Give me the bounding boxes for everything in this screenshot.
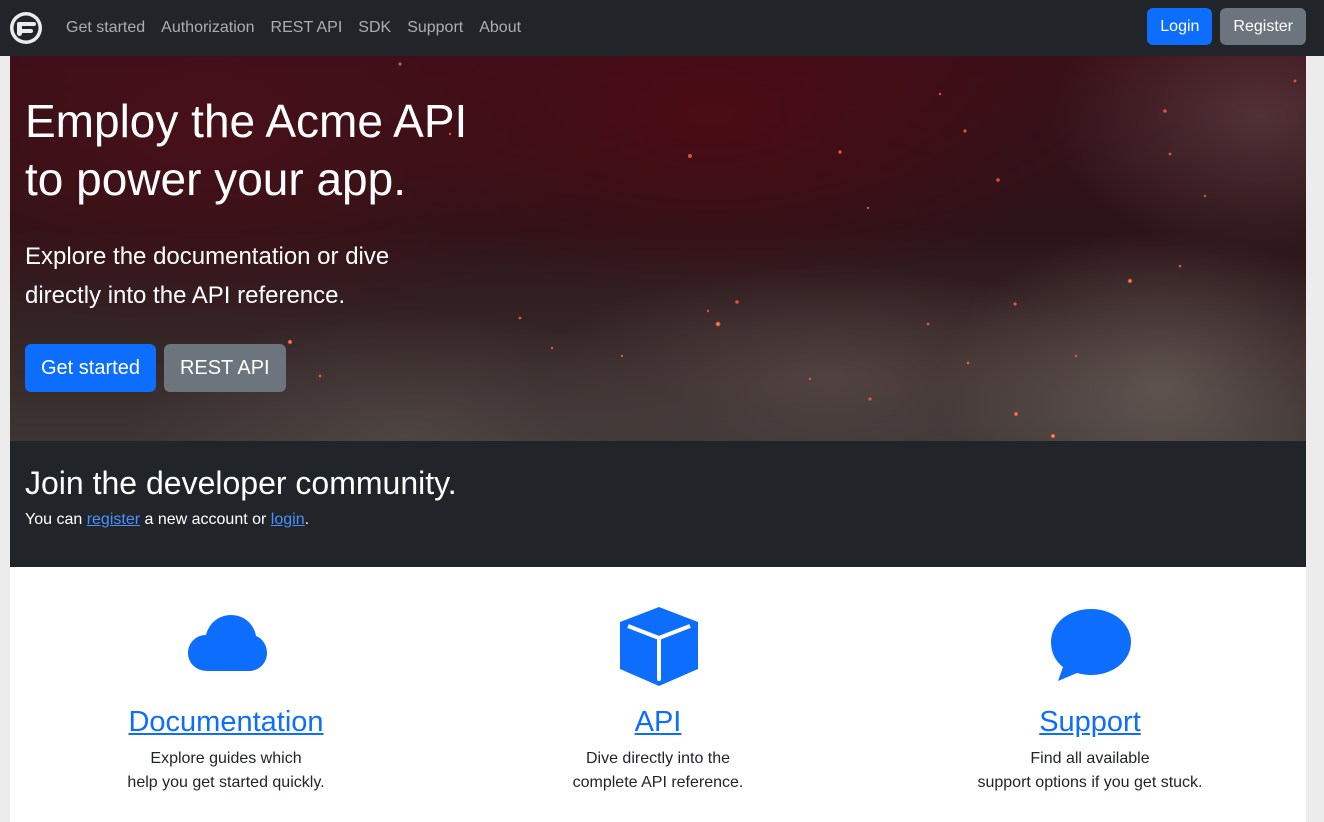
box-icon [620,607,698,686]
navbar: Get started Authorization REST API SDK S… [0,0,1324,56]
api-desc-line-2: complete API reference. [572,774,744,791]
nav-auth-buttons: Login Register [1147,8,1306,45]
login-link[interactable]: login [271,511,305,528]
support-description: Find all available support options if yo… [874,747,1306,795]
features-section: Documentation Explore guides which help … [10,567,1306,822]
hero-lead: Explore the documentation or dive direct… [25,237,455,315]
login-button[interactable]: Login [1147,8,1213,45]
hero-banner: Employ the Acme API to power your app. E… [10,56,1306,441]
nav-link-authorization[interactable]: Authorization [153,19,262,37]
brand-logo-icon[interactable] [10,12,42,44]
nav-links: Get started Authorization REST API SDK S… [58,0,529,56]
hero-lead-line-1: Explore the documentation or dive [25,243,390,270]
cloud-icon [188,615,267,671]
community-text-before: You can [25,511,87,528]
community-section: Join the developer community. You can re… [10,441,1306,567]
nav-link-rest-api[interactable]: REST API [263,19,351,37]
support-link[interactable]: Support [874,703,1306,741]
hero-lead-line-2: directly into the API reference. [25,282,346,309]
feature-documentation: Documentation Explore guides which help … [10,567,442,822]
hero-title-line-1: Employ the Acme API [25,95,468,147]
api-link[interactable]: API [442,703,874,741]
get-started-button[interactable]: Get started [25,344,156,392]
rest-api-button[interactable]: REST API [163,344,286,392]
hero-title-line-2: to power your app. [25,153,407,205]
hero-title: Employ the Acme API to power your app. [25,92,545,208]
feature-support: Support Find all available support optio… [874,567,1306,822]
api-desc-line-1: Dive directly into the [585,750,731,767]
feature-api: API Dive directly into the complete API … [442,567,874,822]
hero-buttons: Get started REST API [25,344,286,392]
community-text: You can register a new account or login. [25,510,309,530]
support-desc-line-1: Find all available [1030,750,1150,767]
api-description: Dive directly into the complete API refe… [442,747,874,795]
nav-link-about[interactable]: About [471,19,529,37]
support-desc-line-2: support options if you get stuck. [977,774,1203,791]
register-button[interactable]: Register [1220,8,1306,45]
register-link[interactable]: register [87,511,140,528]
documentation-description: Explore guides which help you get starte… [10,747,442,795]
nav-link-get-started[interactable]: Get started [58,19,153,37]
documentation-desc-line-2: help you get started quickly. [127,774,325,791]
nav-link-support[interactable]: Support [399,19,471,37]
community-text-after: . [304,511,310,528]
community-heading: Join the developer community. [25,465,457,501]
documentation-desc-line-1: Explore guides which [150,750,302,767]
documentation-link[interactable]: Documentation [10,703,442,741]
community-text-middle: a new account or [140,511,271,528]
chat-bubble-icon [1051,609,1131,681]
nav-link-sdk[interactable]: SDK [350,19,399,37]
